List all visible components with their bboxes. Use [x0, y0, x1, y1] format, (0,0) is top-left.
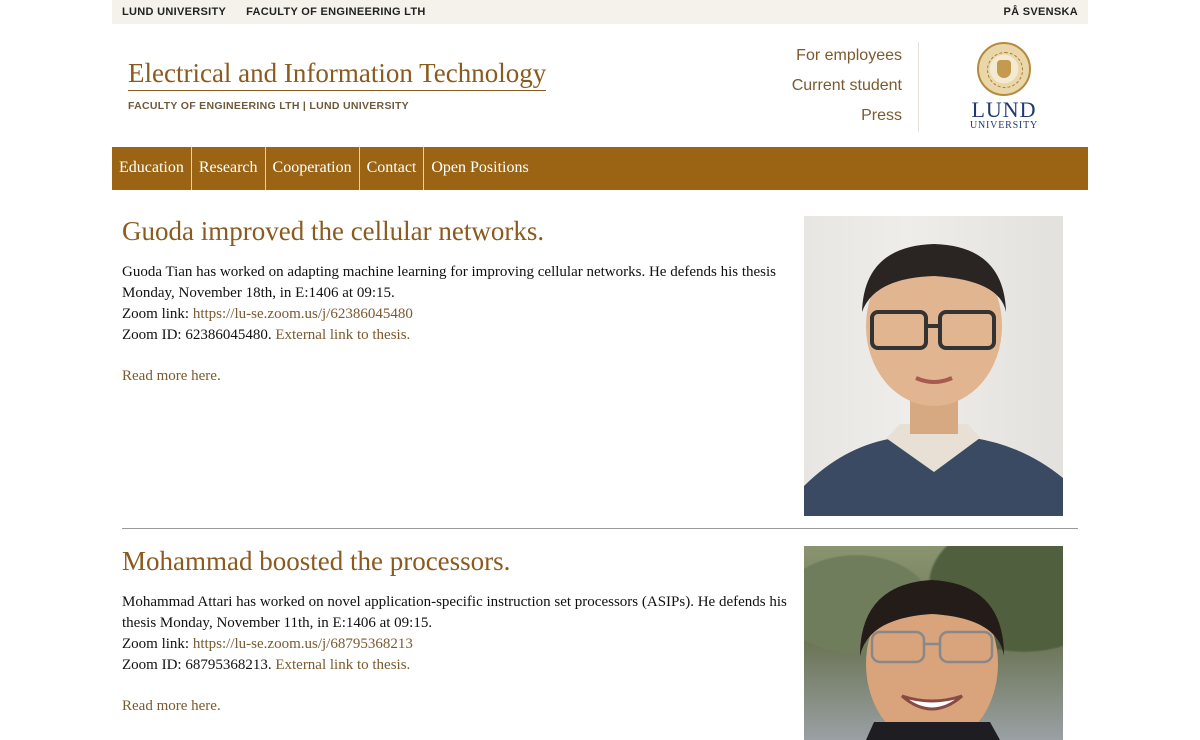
site-header: Electrical and Information Technology FA…	[112, 24, 1088, 147]
nav-item-contact[interactable]: Contact	[360, 147, 425, 190]
quick-link-press[interactable]: Press	[792, 106, 902, 136]
portrait-image	[860, 580, 1004, 740]
quick-links: For employees Current student Press	[792, 46, 902, 136]
portrait-image	[804, 244, 1063, 516]
article-body: Guoda Tian has worked on adapting machin…	[122, 262, 792, 387]
news-article: Guoda improved the cellular networks. Gu…	[122, 216, 1078, 516]
nav-item-open-positions[interactable]: Open Positions	[424, 147, 535, 190]
zoom-link[interactable]: https://lu-se.zoom.us/j/62386045480	[193, 306, 413, 322]
nav-item-research[interactable]: Research	[192, 147, 266, 190]
site-subtitle: FACULTY OF ENGINEERING LTH | LUND UNIVER…	[128, 100, 409, 112]
portrait-photo	[804, 216, 1063, 516]
read-more-link[interactable]: Read more here.	[122, 366, 792, 387]
news-article: Mohammad boosted the processors. Mohamma…	[122, 546, 1078, 740]
article-text: Guoda Tian has worked on adapting machin…	[122, 264, 777, 301]
language-switch-link[interactable]: PÅ SVENSKA	[1003, 6, 1078, 18]
top-bar-left: LUND UNIVERSITY FACULTY OF ENGINEERING L…	[122, 6, 426, 18]
zoom-link-label: Zoom link:	[122, 636, 193, 652]
faculty-link[interactable]: FACULTY OF ENGINEERING LTH	[246, 6, 426, 18]
nav-item-cooperation[interactable]: Cooperation	[266, 147, 360, 190]
article-text: Mohammad Attari has worked on novel appl…	[122, 594, 787, 631]
page: LUND UNIVERSITY FACULTY OF ENGINEERING L…	[112, 0, 1088, 740]
logo-subtext: UNIVERSITY	[970, 120, 1038, 131]
top-bar: LUND UNIVERSITY FACULTY OF ENGINEERING L…	[112, 0, 1088, 24]
quick-link-current-student[interactable]: Current student	[792, 76, 902, 106]
nav-item-education[interactable]: Education	[112, 147, 192, 190]
portrait-photo	[804, 546, 1063, 740]
lund-university-link[interactable]: LUND UNIVERSITY	[122, 6, 226, 18]
zoom-id-text: Zoom ID: 62386045480.	[122, 327, 276, 343]
article-divider	[122, 528, 1078, 529]
university-seal-icon	[977, 42, 1031, 96]
thesis-link[interactable]: External link to thesis.	[275, 327, 410, 343]
article-body: Mohammad Attari has worked on novel appl…	[122, 592, 792, 717]
site-title[interactable]: Electrical and Information Technology	[128, 58, 547, 91]
zoom-link[interactable]: https://lu-se.zoom.us/j/68795368213	[193, 636, 413, 652]
lund-university-logo[interactable]: LUND UNIVERSITY	[968, 42, 1040, 131]
read-more-link[interactable]: Read more here.	[122, 696, 792, 717]
logo-wordmark: LUND	[971, 97, 1037, 122]
thesis-link[interactable]: External link to thesis.	[275, 657, 410, 673]
zoom-link-label: Zoom link:	[122, 306, 193, 322]
main-nav: Education Research Cooperation Contact O…	[112, 147, 1088, 190]
quick-link-employees[interactable]: For employees	[792, 46, 902, 76]
zoom-id-text: Zoom ID: 68795368213.	[122, 657, 276, 673]
header-divider	[918, 42, 919, 132]
